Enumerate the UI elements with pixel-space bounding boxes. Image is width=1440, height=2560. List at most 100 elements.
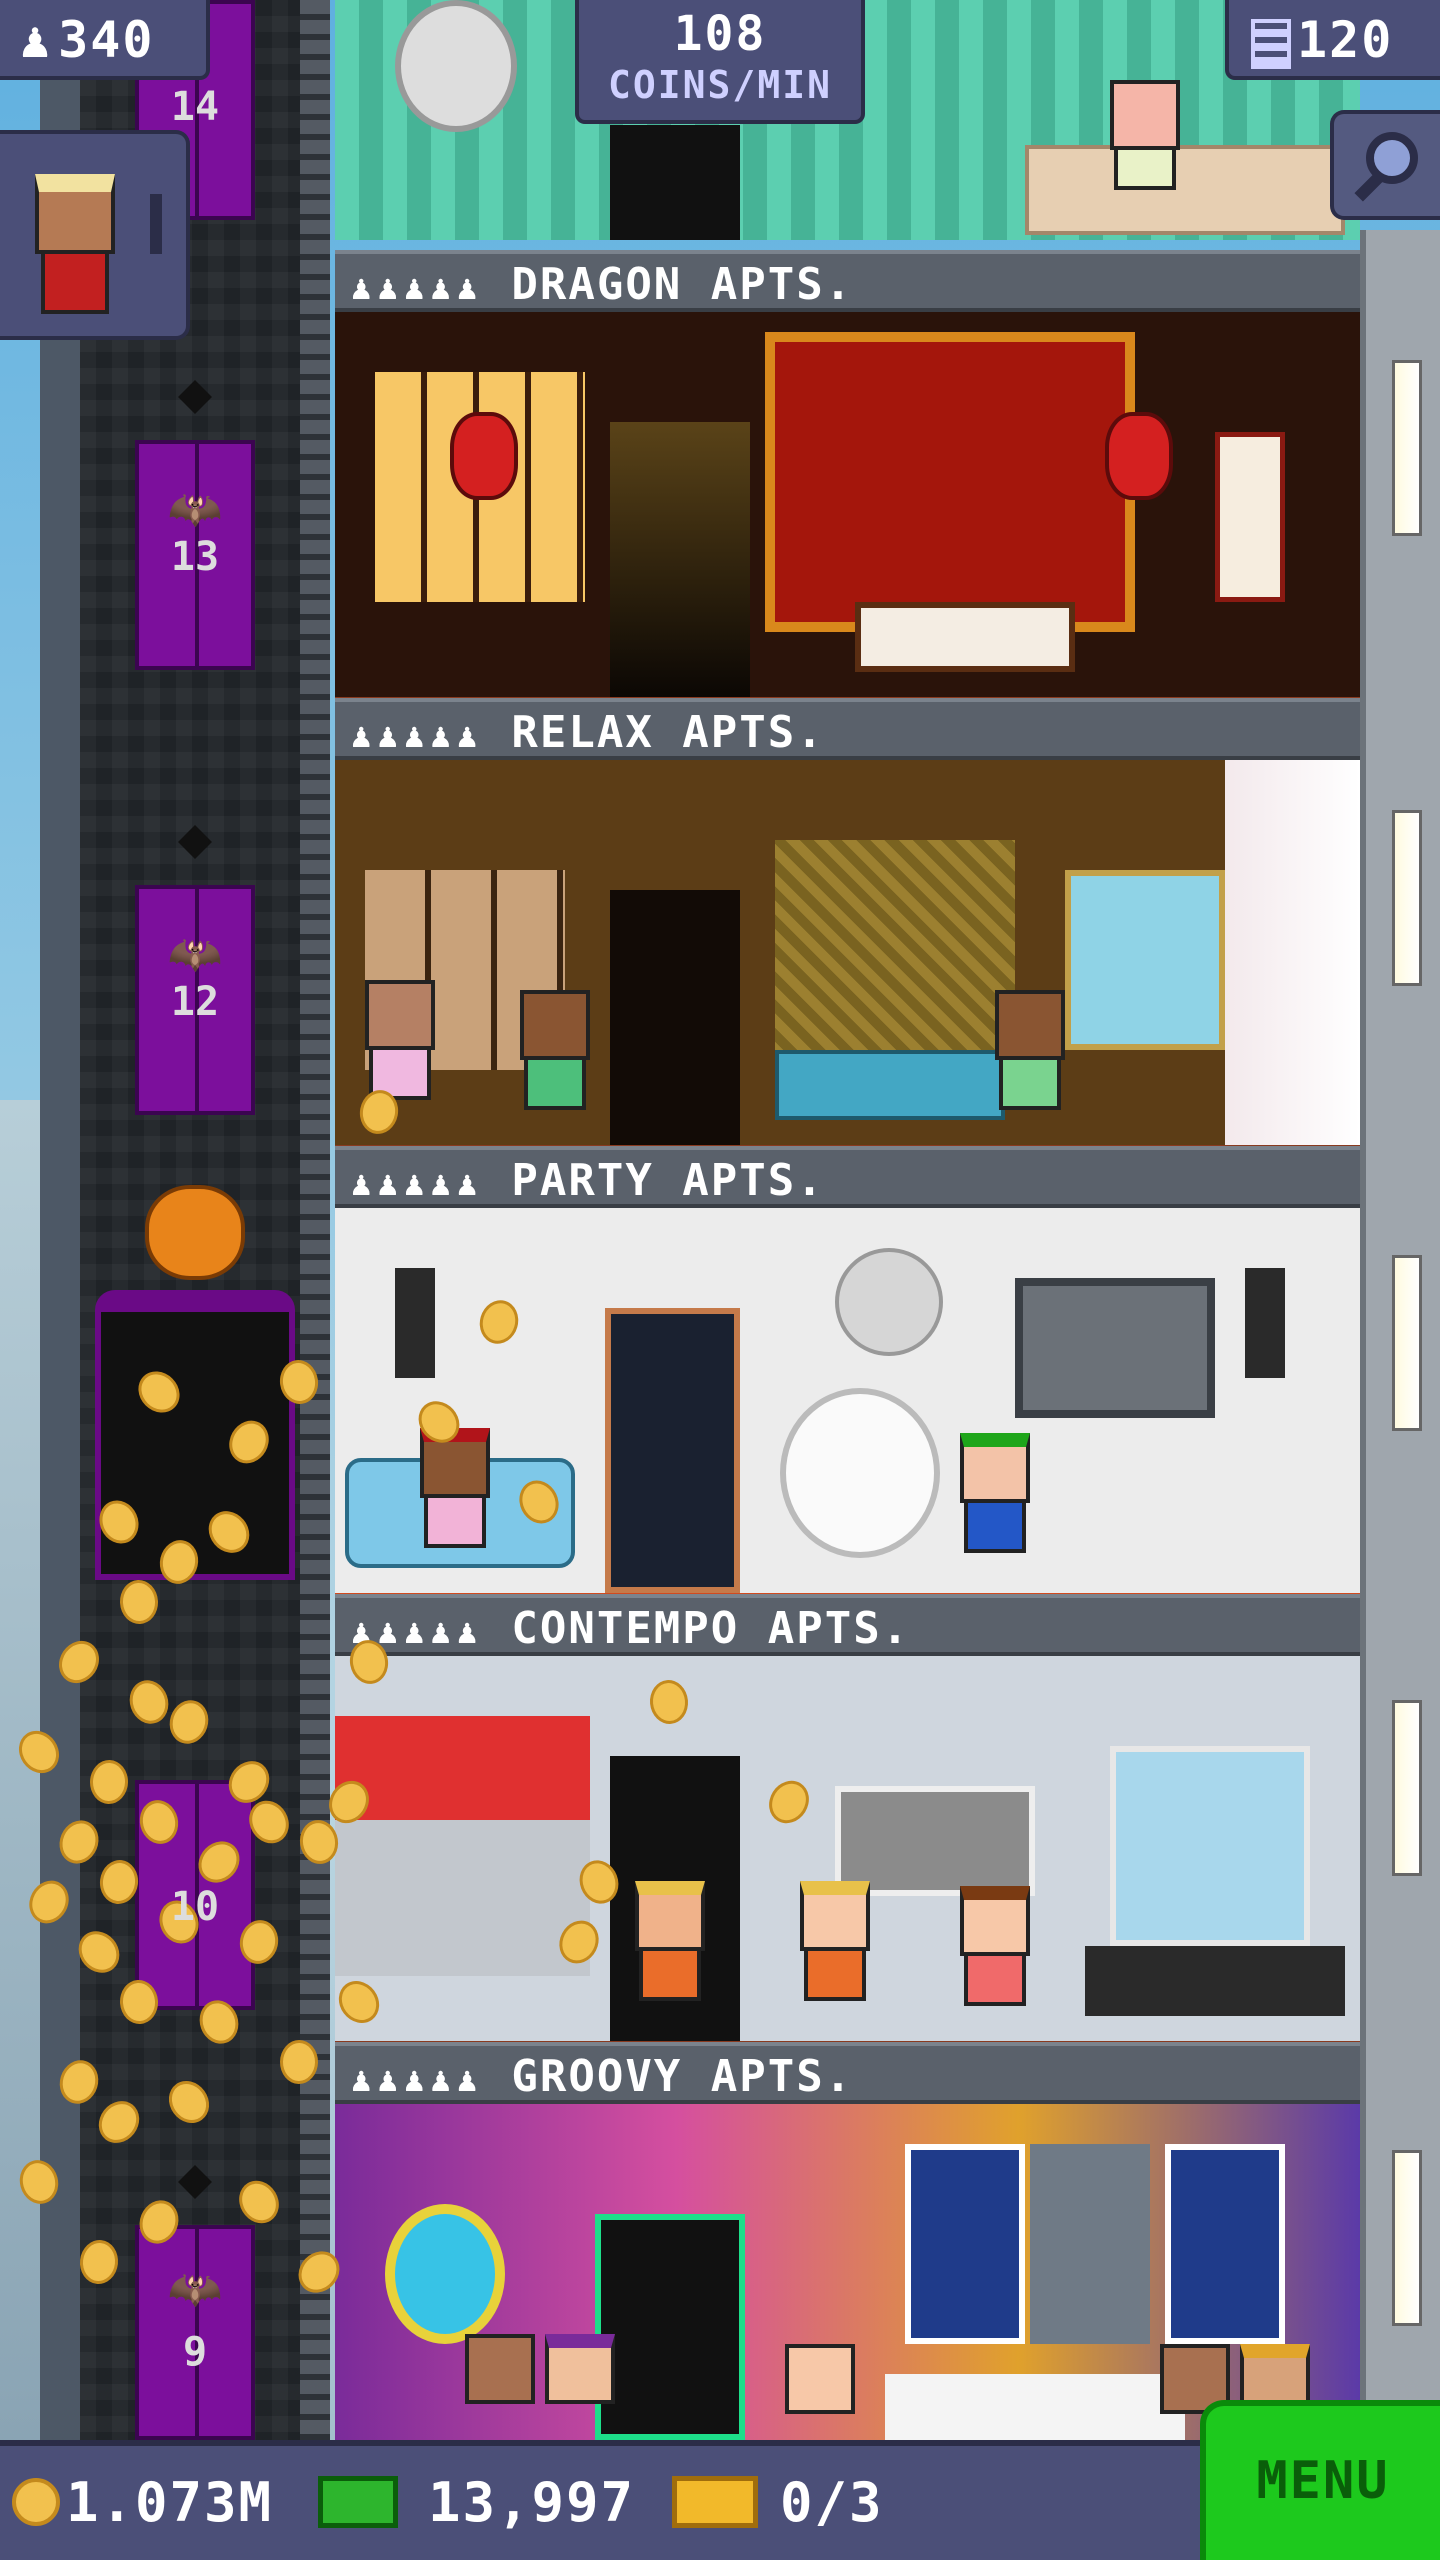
floor-number: 12 <box>170 979 220 1025</box>
bitizen-alert-button[interactable] <box>0 130 190 340</box>
resident[interactable] <box>520 990 590 1110</box>
speaker <box>1245 1268 1285 1378</box>
floor-name: PARTY APTS. <box>511 1155 825 1206</box>
disco-ball <box>835 1248 943 1356</box>
wall-panel <box>775 840 1015 1070</box>
doorway <box>610 125 740 240</box>
art-frame <box>835 1786 1035 1896</box>
peace-sign-icon <box>385 2204 505 2344</box>
tickets-value[interactable]: 0/3 <box>780 2468 884 2538</box>
room-interior[interactable] <box>335 2104 1360 2440</box>
residents-icon: ♟♟♟♟♟ <box>351 1164 484 1204</box>
elevator-door-9[interactable]: 9 <box>135 2225 255 2440</box>
floor-number: 14 <box>170 84 220 130</box>
union-jack-panel <box>1165 2144 1285 2344</box>
hanging-scroll <box>1215 432 1285 602</box>
curtain <box>1225 760 1360 1145</box>
alert-icon <box>150 194 162 254</box>
doorway <box>605 1308 740 1593</box>
sofa <box>775 1050 1005 1120</box>
elevator-door-13[interactable]: 13 <box>135 440 255 670</box>
sofa <box>885 2374 1185 2440</box>
doorway <box>610 422 750 697</box>
bat-decoration-icon: 🦇 <box>167 2264 223 2315</box>
tv <box>1015 1278 1215 1418</box>
floor-counter[interactable]: 120 <box>1225 0 1440 80</box>
tower-window <box>1392 810 1422 986</box>
dragon-tapestry <box>765 332 1135 632</box>
floors-value: 120 <box>1297 11 1394 69</box>
floor-label[interactable]: ♟♟♟♟♟ PARTY APTS. <box>335 1146 1360 1208</box>
bed <box>855 602 1075 672</box>
population-value: 340 <box>58 11 155 69</box>
resident[interactable] <box>635 1881 705 2001</box>
resident[interactable] <box>960 1433 1030 1553</box>
union-jack-panel <box>905 2144 1025 2344</box>
lantern-icon <box>450 412 518 500</box>
magnifier-handle <box>1354 170 1386 202</box>
floor-name: RELAX APTS. <box>511 707 825 758</box>
residents-icon: ♟♟♟♟♟ <box>351 268 484 308</box>
ticket-icon <box>672 2476 758 2528</box>
mirror <box>395 0 517 132</box>
window <box>1065 870 1225 1050</box>
room-interior[interactable] <box>335 1208 1360 1601</box>
coins-per-min-label: COINS/MIN <box>608 63 832 107</box>
coin-icon <box>12 2478 60 2526</box>
resident[interactable] <box>995 990 1065 1110</box>
avatar-body <box>41 254 109 314</box>
tower-window <box>1392 360 1422 536</box>
floor-name: CONTEMPO APTS. <box>511 1603 911 1654</box>
coins-per-min-display[interactable]: 108 COINS/MIN <box>575 0 865 124</box>
floor-label[interactable]: ♟♟♟♟♟ DRAGON APTS. <box>335 250 1360 312</box>
search-button[interactable] <box>1330 110 1440 220</box>
tower-window <box>1392 1700 1422 1876</box>
menu-button[interactable]: MENU <box>1200 2400 1440 2560</box>
bat-decoration-icon: 🦇 <box>167 929 223 980</box>
lantern-icon <box>1105 412 1173 500</box>
doorway <box>610 890 740 1145</box>
floor-label[interactable]: ♟♟♟♟♟ CONTEMPO APTS. <box>335 1594 1360 1656</box>
person-icon: ♟ <box>20 11 53 69</box>
tower-window <box>1392 1255 1422 1431</box>
residents-icon: ♟♟♟♟♟ <box>351 2060 484 2100</box>
resident[interactable] <box>1110 80 1180 190</box>
red-sofa <box>335 1716 590 1976</box>
pumpkin-icon <box>145 1185 245 1280</box>
floor-name: GROOVY APTS. <box>511 2051 854 2102</box>
speaker <box>395 1268 435 1378</box>
elevator-door-12[interactable]: 12 <box>135 885 255 1115</box>
resident[interactable] <box>465 2334 535 2404</box>
building-icon <box>1251 18 1291 69</box>
resident[interactable] <box>545 2334 615 2404</box>
shelf <box>1110 1746 1310 1946</box>
bux-value[interactable]: 13,997 <box>428 2468 635 2538</box>
coins-value[interactable]: 1.073M <box>66 2468 273 2538</box>
game-screen[interactable]: 14 13 🦇 12 🦇 10 9 🦇 ♟♟♟♟♟ DRAGON APTS. ♟… <box>0 0 1440 2560</box>
population-counter[interactable]: ♟ 340 <box>0 0 210 80</box>
residents-icon: ♟♟♟♟♟ <box>351 716 484 756</box>
resident[interactable] <box>800 1881 870 2001</box>
floor-name: DRAGON APTS. <box>511 259 854 310</box>
floor-label[interactable]: ♟♟♟♟♟ GROOVY APTS. <box>335 2042 1360 2104</box>
bat-decoration-icon: 🦇 <box>167 484 223 535</box>
room-interior[interactable] <box>335 760 1360 1153</box>
coins-per-min-value: 108 <box>673 6 767 62</box>
bed <box>1085 1946 1345 2016</box>
resident[interactable] <box>420 1428 490 1548</box>
egg-chair <box>780 1388 940 1558</box>
resident[interactable] <box>785 2344 855 2414</box>
floor-number: 13 <box>170 534 220 580</box>
tower-window <box>1392 2150 1422 2326</box>
avatar <box>35 174 115 254</box>
doorway <box>595 2214 745 2440</box>
floor-number: 9 <box>182 2329 208 2375</box>
floor-number: 10 <box>170 1884 220 1930</box>
room-interior[interactable] <box>335 312 1360 705</box>
room-interior[interactable] <box>335 1656 1360 2049</box>
resident[interactable] <box>365 980 435 1100</box>
kitchen-counter <box>1025 145 1345 235</box>
floor-label[interactable]: ♟♟♟♟♟ RELAX APTS. <box>335 698 1360 760</box>
resident[interactable] <box>960 1886 1030 2006</box>
cash-icon <box>318 2476 398 2528</box>
